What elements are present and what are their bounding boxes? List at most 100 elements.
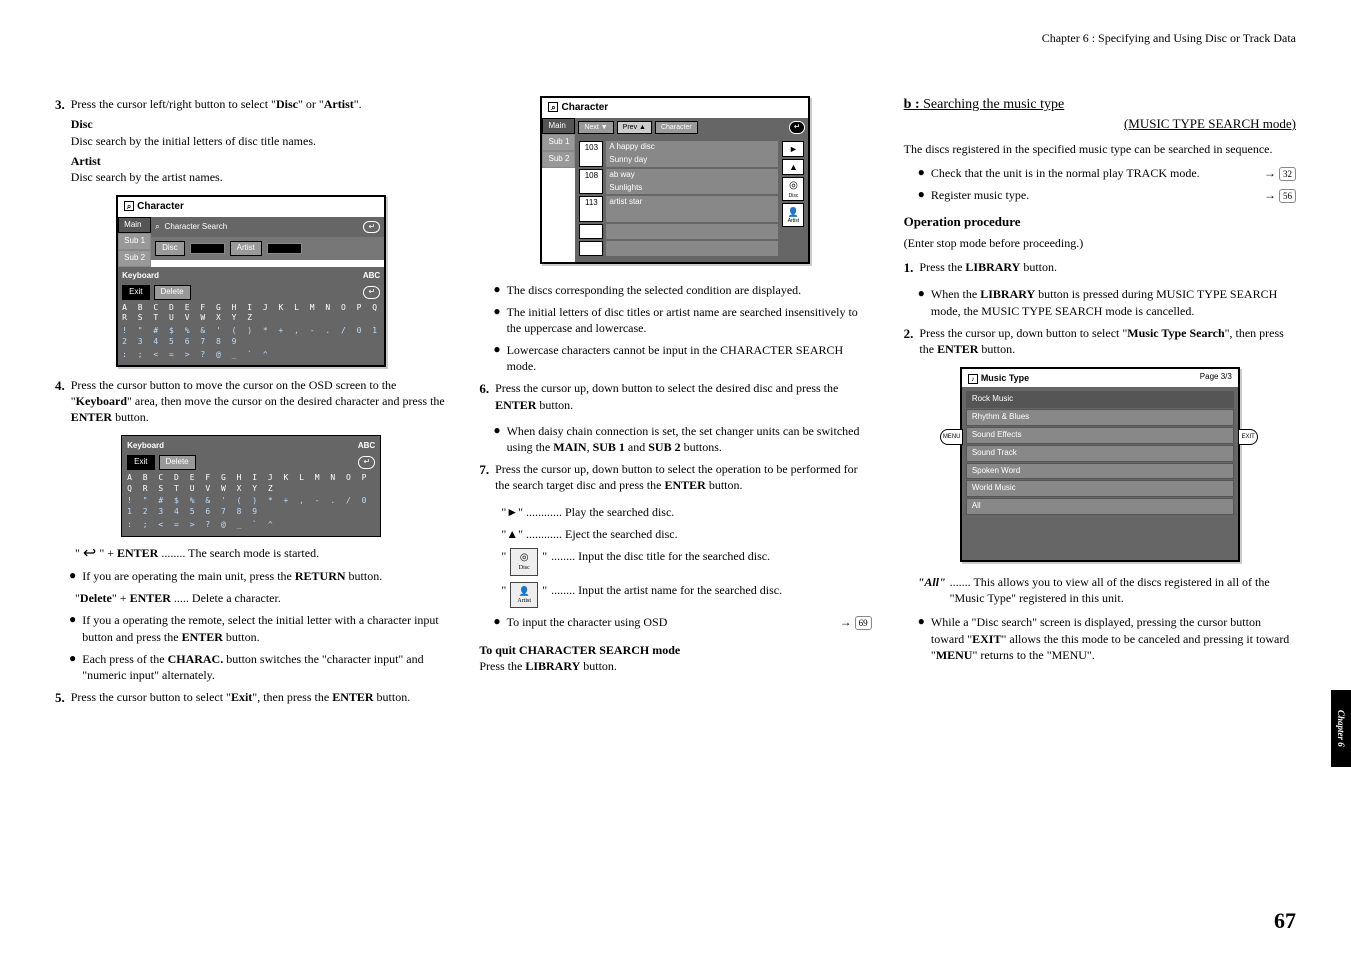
s2a: Press the cursor up, down button to sele… xyxy=(919,326,1127,340)
enter-line: " ↩ " + ENTER ........ The search mode i… xyxy=(75,545,447,562)
panel-title: Character xyxy=(137,201,184,212)
check-2: Register music type. xyxy=(931,187,1029,203)
tab-sub1[interactable]: Sub 1 xyxy=(118,233,151,250)
eject-icon[interactable]: ▲ xyxy=(782,159,804,175)
artist-field[interactable] xyxy=(267,243,302,254)
results-body: 103A happy discSunny day 108ab waySunlig… xyxy=(575,137,808,261)
keyboard-panel-2: Keyboard ABC Exit Delete ↵ A B C D E F G … xyxy=(121,435,381,537)
kb-row-symbols1[interactable]: ! " # $ % & ' ( ) * + , - . / 0 1 2 3 4 … xyxy=(122,326,380,348)
s2-enter: ENTER xyxy=(937,342,978,356)
artist-icon: 👤Artist xyxy=(510,582,538,608)
s1c: button. xyxy=(1020,260,1057,274)
panel-title-row: ⌕Character xyxy=(118,197,384,217)
s5-enter: ENTER xyxy=(332,690,373,704)
enter-icon[interactable]: ↵ xyxy=(363,286,380,299)
disc-field[interactable] xyxy=(190,243,225,254)
el-q1: " xyxy=(75,546,83,560)
disc-title: A happy disc xyxy=(606,141,778,154)
s1b1-library: LIBRARY xyxy=(980,287,1035,301)
column-3: b : Searching the music type (MUSIC TYPE… xyxy=(904,96,1296,716)
tab-main[interactable]: Main xyxy=(542,118,575,135)
mt-item-rhythm[interactable]: Rhythm & Blues xyxy=(966,409,1234,426)
l-exit: EXIT xyxy=(972,632,1001,646)
note-icon: ♪ xyxy=(968,374,978,384)
content-columns: 3. Press the cursor left/right button to… xyxy=(55,96,1296,716)
all-label: "All" xyxy=(918,574,946,606)
mt-page: Page 3/3 xyxy=(1200,372,1232,384)
b3-charac: CHARAC. xyxy=(168,652,224,666)
mt-item-rock[interactable]: Rock Music xyxy=(966,391,1234,408)
kb2-row3[interactable]: : ; < = > ? @ _ ` ^ xyxy=(127,520,375,531)
tab-sub2[interactable]: Sub 2 xyxy=(542,151,575,168)
exit-button[interactable]: Exit xyxy=(122,285,149,300)
next-button[interactable]: Next ▼ xyxy=(578,121,613,134)
enter-icon[interactable]: ↵ xyxy=(363,221,380,234)
disc-title: artist star xyxy=(606,196,778,209)
q: " xyxy=(501,582,506,598)
bullet-dot: ● xyxy=(69,612,76,644)
operation-note: (Enter stop mode before proceeding.) xyxy=(904,235,1296,251)
b4-main: MAIN xyxy=(553,440,586,454)
result-row-empty xyxy=(579,224,778,239)
s5a: Press the cursor button to select " xyxy=(71,690,231,704)
el-rest: ........ The search mode is started. xyxy=(158,546,319,560)
character-button[interactable]: Character xyxy=(655,121,698,134)
kb2-delete[interactable]: Delete xyxy=(159,455,196,470)
b1-return: RETURN xyxy=(295,569,346,583)
kb-row-letters[interactable]: A B C D E F G H I J K L M N O P Q R S T … xyxy=(122,303,380,325)
mt-item-sfx[interactable]: Sound Effects xyxy=(966,427,1234,444)
osd-text: To input the character using OSD xyxy=(507,614,668,630)
s4-enter: ENTER xyxy=(71,410,112,424)
step-7-number: 7. xyxy=(479,461,489,493)
prev-button[interactable]: Prev ▲ xyxy=(617,121,652,134)
disc-input-icon[interactable]: ◎Disc xyxy=(782,177,804,201)
disc-sub: Sunlights xyxy=(606,182,778,195)
b-title: Searching the music type xyxy=(920,97,1065,112)
results-tabs: Main Sub 1 Sub 2 xyxy=(542,118,575,262)
tab-sub2[interactable]: Sub 2 xyxy=(118,250,151,267)
q: " xyxy=(501,548,506,564)
column-2: ⌕Character Main Sub 1 Sub 2 Next ▼ Prev … xyxy=(479,96,871,716)
kb2-row2[interactable]: ! " # $ % & ' ( ) * + , - . / 0 1 2 3 4 … xyxy=(127,496,375,518)
result-row[interactable]: 113artist star xyxy=(579,196,778,222)
panel-tabs: Main Sub 1 Sub 2 xyxy=(118,217,151,267)
column-1: 3. Press the cursor left/right button to… xyxy=(55,96,447,716)
disc-text: Disc search by the initial letters of di… xyxy=(71,133,448,149)
disc-button[interactable]: Disc xyxy=(155,241,185,256)
kb2-exit[interactable]: Exit xyxy=(127,455,154,470)
menu-tab[interactable]: MENU xyxy=(940,429,964,445)
results-actions: ► ▲ ◎Disc 👤Artist xyxy=(782,141,804,257)
enter-icon[interactable]: ↵ xyxy=(789,121,806,134)
mt-item-world[interactable]: World Music xyxy=(966,480,1234,497)
q: " xyxy=(542,548,547,564)
kb-row-symbols2[interactable]: : ; < = > ? @ _ ` ^ xyxy=(122,350,380,361)
tab-sub1[interactable]: Sub 1 xyxy=(542,134,575,151)
results-topbar: Next ▼ Prev ▲ Character ↵ xyxy=(575,118,808,137)
chapter-side-tab: Chapter 6 xyxy=(1331,690,1351,767)
kb2-label: Keyboard xyxy=(127,441,164,452)
artist-input-icon[interactable]: 👤Artist xyxy=(782,203,804,227)
mt-item-spoken[interactable]: Spoken Word xyxy=(966,463,1234,480)
bullet-dot: ● xyxy=(493,614,500,630)
dl-q2: " + xyxy=(112,591,130,605)
tab-main[interactable]: Main xyxy=(118,217,151,234)
check-1: Check that the unit is in the normal pla… xyxy=(931,165,1200,181)
delete-button[interactable]: Delete xyxy=(154,285,191,300)
play-icon[interactable]: ► xyxy=(782,141,804,157)
disc-heading: Disc xyxy=(71,116,448,132)
empty xyxy=(606,241,778,256)
mt-item-soundtrack[interactable]: Sound Track xyxy=(966,445,1234,462)
mt-item-all[interactable]: All xyxy=(966,498,1234,515)
enter-icon[interactable]: ↵ xyxy=(358,456,375,469)
artist-button[interactable]: Artist xyxy=(230,241,262,256)
result-row[interactable]: 103A happy discSunny day xyxy=(579,141,778,167)
result-row[interactable]: 108ab waySunlights xyxy=(579,169,778,195)
bullet-dot: ● xyxy=(69,651,76,683)
b4g: buttons. xyxy=(681,440,722,454)
kb2-abc: ABC xyxy=(358,441,375,452)
exit-tab[interactable]: EXIT xyxy=(1238,429,1257,445)
bullet-dot: ● xyxy=(918,187,925,203)
kb2-row1[interactable]: A B C D E F G H I J K L M N O P Q R S T … xyxy=(127,473,375,495)
step-3-disc: Disc xyxy=(276,97,298,111)
search-label: Character Search xyxy=(165,222,228,233)
